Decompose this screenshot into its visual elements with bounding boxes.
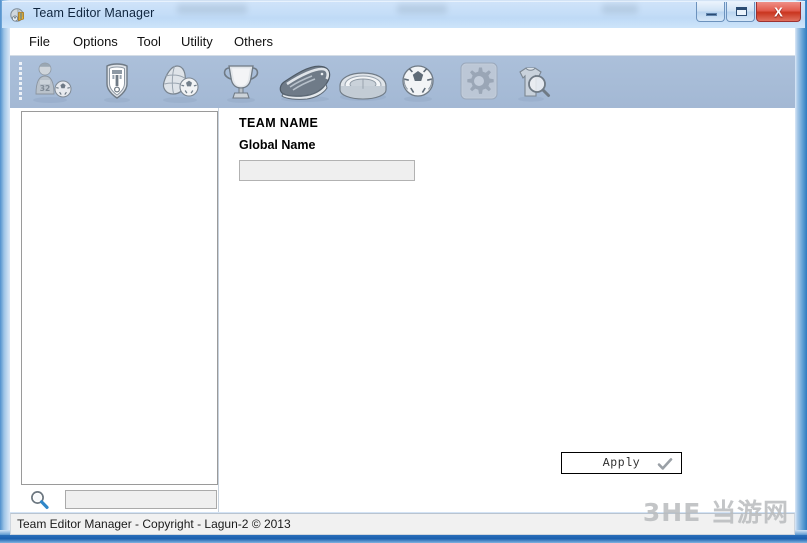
toolbar-button-competitions[interactable] <box>218 60 264 104</box>
application-window: Team Editor Manager X File Options Tool … <box>0 0 807 543</box>
minimize-button[interactable] <box>696 2 725 22</box>
titlebar-artifact <box>602 4 638 14</box>
window-border-right <box>795 0 807 536</box>
toolbar-button-boots[interactable] <box>274 60 336 104</box>
globe-shield-icon <box>10 7 27 24</box>
desktop-background <box>0 535 807 543</box>
titlebar-artifact <box>397 4 447 14</box>
gear-icon <box>460 62 498 100</box>
search-input[interactable] <box>65 490 217 509</box>
globe-ball-icon <box>162 65 199 103</box>
main-body: TEAM NAME Global Name Apply <box>10 108 795 512</box>
sidebar-search-row <box>21 489 218 511</box>
status-bar: Team Editor Manager - Copyright - Lagun-… <box>10 513 795 535</box>
menu-bar: File Options Tool Utility Others <box>10 28 795 56</box>
drag-grip-icon[interactable] <box>19 62 24 102</box>
content-panel: TEAM NAME Global Name Apply <box>219 108 795 512</box>
apply-button-label: Apply <box>602 456 641 470</box>
toolbar-button-settings[interactable] <box>456 60 502 104</box>
toolbar-button-players[interactable]: 32 <box>28 60 74 104</box>
toolbar-button-balls[interactable] <box>395 60 441 104</box>
menu-options[interactable]: Options <box>64 28 127 56</box>
soccer-ball-icon <box>402 65 434 102</box>
maximize-icon <box>736 7 747 16</box>
team-list[interactable] <box>21 111 218 485</box>
close-button[interactable]: X <box>756 2 801 22</box>
window-controls: X <box>695 2 801 22</box>
window-border-left <box>0 0 10 536</box>
player-ball-icon: 32 <box>33 62 72 103</box>
minimize-icon <box>706 13 717 16</box>
boot-icon <box>279 65 331 102</box>
toolbar: 32 <box>10 56 795 108</box>
global-name-input[interactable] <box>239 160 415 181</box>
titlebar-artifact <box>177 4 247 14</box>
title-bar[interactable]: Team Editor Manager X <box>2 1 805 28</box>
toolbar-button-search[interactable] <box>508 60 554 104</box>
club-badge-icon <box>104 63 130 103</box>
menu-tool[interactable]: Tool <box>128 28 170 56</box>
checkmark-icon <box>657 456 673 472</box>
menu-utility[interactable]: Utility <box>172 28 222 56</box>
svg-text:32: 32 <box>40 84 50 93</box>
page-title: TEAM NAME <box>239 116 319 130</box>
global-name-label: Global Name <box>239 138 316 152</box>
menu-file[interactable]: File <box>20 28 59 56</box>
kit-search-icon <box>518 67 550 102</box>
stadium-icon <box>339 72 387 101</box>
toolbar-button-leagues[interactable] <box>155 60 201 104</box>
apply-button[interactable]: Apply <box>561 452 682 474</box>
trophy-icon <box>223 65 259 103</box>
toolbar-button-stadiums[interactable] <box>334 60 392 104</box>
maximize-button[interactable] <box>726 2 755 22</box>
magnifier-icon[interactable] <box>29 490 49 510</box>
window-title: Team Editor Manager <box>33 6 155 20</box>
toolbar-button-teams[interactable] <box>94 60 140 104</box>
menu-others[interactable]: Others <box>225 28 282 56</box>
status-bar-text: Team Editor Manager - Copyright - Lagun-… <box>17 517 291 531</box>
close-icon: X <box>774 4 783 19</box>
